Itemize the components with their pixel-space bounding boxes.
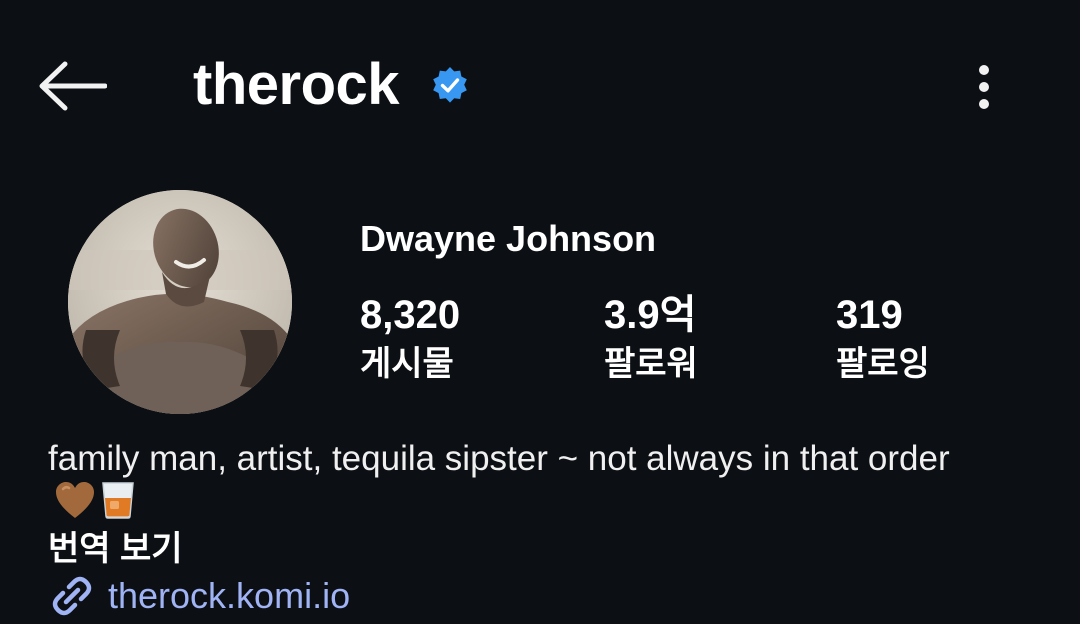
stat-posts[interactable]: 8,320 게시물 <box>360 292 460 386</box>
tumbler-glass-icon <box>102 482 134 519</box>
profile-link[interactable]: therock.komi.io <box>48 572 350 620</box>
posts-count: 8,320 <box>360 293 461 337</box>
stat-following[interactable]: 319 팔로잉 <box>836 292 930 386</box>
bio-emojis <box>54 480 140 520</box>
more-vertical-icon <box>979 65 989 75</box>
back-button[interactable] <box>36 58 108 114</box>
verified-badge-icon <box>433 67 467 103</box>
stat-followers[interactable]: 3.9억 팔로워 <box>604 292 698 386</box>
link-icon <box>52 576 92 616</box>
profile-full-name: Dwayne Johnson <box>360 218 657 259</box>
profile-link-text[interactable]: therock.komi.io <box>108 574 350 618</box>
profile-bio: family man, artist, tequila sipster ~ no… <box>48 438 1008 524</box>
brown-heart-icon <box>56 482 94 518</box>
avatar-photo <box>68 190 292 414</box>
see-translation-link[interactable]: 번역 보기 <box>48 528 183 570</box>
followers-label: 팔로워 <box>604 345 698 383</box>
arrow-left-icon <box>39 61 107 111</box>
bio-text: family man, artist, tequila sipster ~ no… <box>48 439 950 478</box>
following-count: 319 <box>836 293 903 337</box>
more-options-button[interactable] <box>964 58 1004 116</box>
followers-count: 3.9억 <box>604 293 697 337</box>
profile-username: therock <box>193 52 400 117</box>
following-label: 팔로잉 <box>836 345 930 383</box>
posts-label: 게시물 <box>360 345 454 383</box>
profile-avatar[interactable] <box>68 190 292 414</box>
profile-header: therock <box>0 0 1080 170</box>
